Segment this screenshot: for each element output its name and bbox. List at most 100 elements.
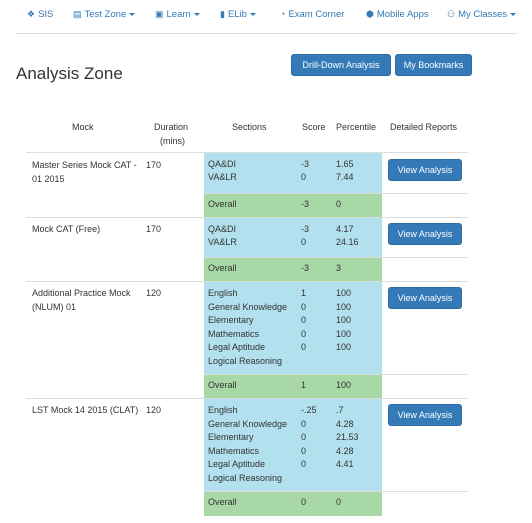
nav-test-zone-label: Test Zone [84,9,127,20]
section-name: Legal Aptitude [208,342,266,352]
section-percentile: 100 [336,342,352,352]
overall-percentile: 0 [336,199,342,209]
overall-score: -3 [301,263,310,273]
section-score: 0 [301,342,307,352]
mock-name: LST Mock 14 2015 (CLAT) [32,405,139,415]
overall-score: -3 [301,199,310,209]
section-name: QA&DI [208,224,237,234]
home-icon: ❖ [27,9,36,19]
pie-chart-icon: ◔ [280,9,286,19]
caret-down-icon [510,12,517,16]
section-score: 0 [301,445,307,456]
header-percentile: Percentile [336,122,377,132]
mock-name: Mock CAT (Free) [32,224,101,234]
header-mock: Mock [72,122,94,132]
section-name: Logical Reasoning [208,355,283,366]
users-icon: ⚇ [447,9,456,19]
section-name: VA&LR [208,172,237,182]
section-score: 0 [301,432,307,442]
duration: 170 [146,224,162,234]
section-percentile: .7 [336,405,344,415]
overall-label: Overall [208,380,237,390]
nav-test-zone[interactable]: ▤ Test Zone [73,9,136,20]
section-score: 0 [301,301,307,312]
section-percentile: 1.65 [336,159,354,169]
header-score: Score [302,122,326,132]
overall-percentile: 100 [336,380,352,390]
book-icon: ▣ [155,9,164,19]
view-analysis-button[interactable]: View Analysis [388,404,462,426]
section-percentile: 4.41 [336,459,354,469]
overall-score: 0 [301,497,307,507]
duration: 170 [146,160,162,170]
duration: 120 [146,405,162,415]
view-analysis-button[interactable]: View Analysis [388,159,462,181]
section-name: Elementary [208,315,254,325]
section-percentile: 100 [336,288,352,298]
section-score: 1 [301,288,307,298]
section-name: Mathematics [208,328,260,339]
section-name: QA&DI [208,159,237,169]
section-name: Mathematics [208,445,260,456]
section-score: -3 [301,159,310,169]
section-percentile: 4.28 [336,445,354,456]
nav-my-classes-label: My Classes [458,9,508,20]
section-percentile: 24.16 [336,237,359,247]
overall-label: Overall [208,199,237,209]
nav-elib-label: ELib [227,9,247,20]
my-bookmarks-button[interactable]: My Bookmarks [395,54,472,76]
top-navbar: ❖ SIS ▤ Test Zone ▣ Learn ▮ ELib ◔ Exam Corne… [0,0,532,33]
caret-down-icon [193,12,200,16]
section-name: Elementary [208,432,254,442]
nav-mobile-apps[interactable]: ⬢ Mobile Apps [366,9,429,20]
caret-down-icon [249,12,256,16]
section-name: English [208,288,238,298]
section-name: Legal Aptitude [208,459,266,469]
overall-label: Overall [208,497,237,507]
nav-my-classes[interactable]: ⚇ My Classes [447,9,517,20]
nav-sis[interactable]: ❖ SIS [27,9,53,20]
nav-mobile-apps-label: Mobile Apps [376,9,429,20]
page-title: Analysis Zone [16,64,123,83]
header-sections: Sections [232,122,267,132]
table-row: Master Series Mock CAT - 01 2015 170 QA&… [26,153,468,218]
table-row: Mock CAT (Free) 170 QA&DI VA&LR -3 0 4.1… [26,218,468,282]
section-name: General Knowledge [208,418,288,429]
overall-label: Overall [208,263,237,273]
nav-learn-label: Learn [166,9,191,20]
header-duration: Duration [154,122,189,132]
section-percentile: 100 [336,301,352,312]
mock-name: Additional Practice Mock (NLUM) 01 [32,288,131,312]
section-score: 0 [301,315,307,325]
section-percentile: 4.17 [336,224,354,234]
section-percentile: 7.44 [336,172,354,182]
header-detailed-reports: Detailed Reports [390,122,458,132]
nav-sis-label: SIS [38,9,54,20]
section-score: 0 [301,459,307,469]
nav-exam-corner[interactable]: ◔ Exam Corner [280,9,344,20]
nav-divider [15,33,517,34]
section-name: General Knowledge [208,301,288,312]
elib-icon: ▮ [220,9,225,19]
nav-learn[interactable]: ▣ Learn [155,9,200,20]
nav-exam-corner-label: Exam Corner [288,9,345,20]
caret-down-icon [129,12,136,16]
section-score: 0 [301,237,307,247]
section-percentile: 4.28 [336,418,354,429]
nav-elib[interactable]: ▮ ELib [220,9,256,20]
view-analysis-button[interactable]: View Analysis [388,223,462,245]
section-score: 0 [301,418,307,429]
section-name: English [208,405,238,415]
drill-down-analysis-button[interactable]: Drill-Down Analysis [291,54,391,76]
section-name: VA&LR [208,237,237,247]
mock-name: Master Series Mock CAT - 01 2015 [32,160,137,184]
table-header: Mock Duration (mins) Sections Score Perc… [26,114,468,153]
section-percentile: 21.53 [336,432,359,442]
overall-percentile: 3 [336,263,342,273]
section-score: 0 [301,328,307,339]
section-percentile: 100 [336,315,352,325]
duration: 120 [146,288,162,298]
view-analysis-button[interactable]: View Analysis [388,287,462,309]
overall-percentile: 0 [336,497,342,507]
header-duration-unit: (mins) [160,136,185,146]
